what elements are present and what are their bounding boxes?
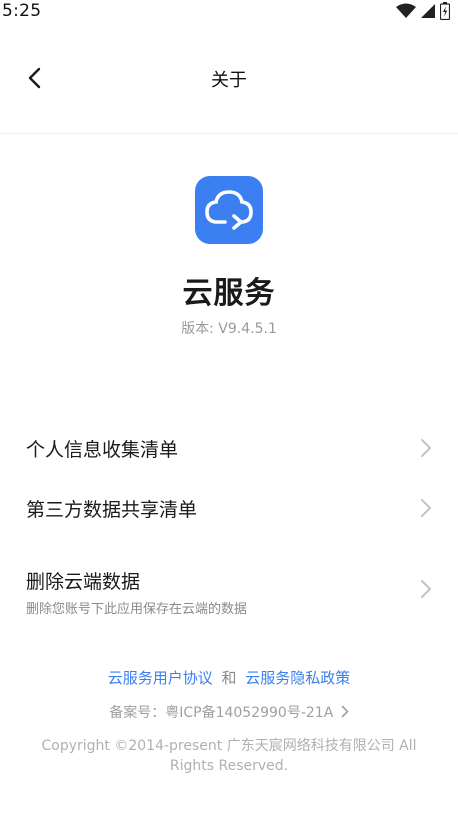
icp-record-text: 备案号：粤ICP备14052990号-21A <box>109 705 334 721</box>
header-divider <box>0 133 458 134</box>
link-separator: 和 <box>221 669 237 687</box>
cloud-sync-icon <box>203 186 255 234</box>
user-agreement-link[interactable]: 云服务用户协议 <box>108 669 213 687</box>
icp-record-link[interactable]: 备案号：粤ICP备14052990号-21A <box>0 702 458 722</box>
menu-item-label: 第三方数据共享清单 <box>26 499 198 521</box>
app-version: 版本: V9.4.5.1 <box>181 321 277 337</box>
chevron-right-icon <box>420 579 432 599</box>
cell-signal-icon <box>420 3 436 19</box>
menu-item-personal-info-list[interactable]: 个人信息收集清单 <box>0 428 458 468</box>
menu-item-sublabel: 删除您账号下此应用保存在云端的数据 <box>26 602 248 617</box>
chevron-right-icon <box>420 498 432 518</box>
header-bar: 关于 <box>0 50 458 110</box>
wifi-icon <box>396 3 416 19</box>
app-name: 云服务 <box>182 276 276 311</box>
menu-item-label: 删除云端数据 <box>26 571 141 593</box>
menu-item-delete-cloud-data[interactable]: 删除云端数据 删除您账号下此应用保存在云端的数据 <box>0 560 458 620</box>
chevron-right-icon <box>341 705 349 722</box>
menu-item-label: 个人信息收集清单 <box>26 439 179 461</box>
status-icons <box>396 2 450 20</box>
status-time: 5:25 <box>2 1 42 21</box>
app-info: 云服务 版本: V9.4.5.1 <box>0 176 458 338</box>
chevron-right-icon <box>420 438 432 458</box>
battery-icon <box>440 2 450 20</box>
footer-links: 云服务用户协议 和 云服务隐私政策 <box>0 667 458 688</box>
privacy-policy-link[interactable]: 云服务隐私政策 <box>245 669 350 687</box>
copyright-text: Copyright ©2014-present 广东天宸网络科技有限公司 All… <box>41 738 417 774</box>
status-bar: 5:25 <box>0 0 458 24</box>
page-title: 关于 <box>211 70 247 91</box>
menu-item-third-party-sharing-list[interactable]: 第三方数据共享清单 <box>0 488 458 528</box>
app-logo <box>195 176 263 244</box>
